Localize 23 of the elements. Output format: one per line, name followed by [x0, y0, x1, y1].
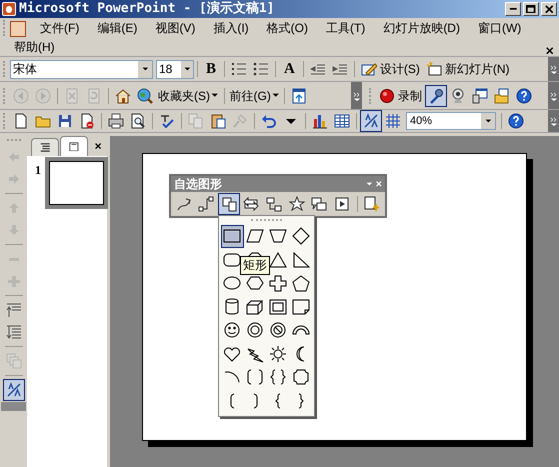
- menu-item[interactable]: 文件(F): [36, 20, 84, 37]
- toolbar-title: 自选图形: [174, 176, 222, 193]
- toolbar-button[interactable]: 设计(S): [358, 59, 423, 79]
- menu-button[interactable]: 收藏夹(S): [156, 86, 220, 106]
- menu-item[interactable]: 格式(O): [262, 20, 312, 37]
- toolbar-button[interactable]: 新幻灯片(N): [422, 59, 513, 79]
- toolbar-button[interactable]: 录制: [376, 86, 425, 106]
- font-dropdown[interactable]: 宋体: [10, 60, 153, 78]
- toolbar-button[interactable]: B: [201, 59, 222, 79]
- menu-button[interactable]: 前往(G): [228, 86, 282, 106]
- menu-item[interactable]: 窗口(W): [474, 20, 526, 37]
- tooltip: 矩形: [240, 256, 270, 275]
- zoom-dropdown[interactable]: 40%: [406, 112, 496, 130]
- menu-item[interactable]: 幻灯片放映(D): [379, 20, 464, 37]
- menu-item[interactable]: 帮助(H): [10, 39, 59, 56]
- menu-item[interactable]: 视图(V): [151, 20, 200, 37]
- menu-item[interactable]: 插入(I): [209, 20, 253, 37]
- slide-number: 1: [35, 162, 41, 179]
- window-title: Microsoft PowerPoint - [演示文稿1]: [19, 0, 274, 18]
- menu-item[interactable]: 工具(T): [322, 20, 370, 37]
- toolbar-button[interactable]: A: [279, 59, 300, 79]
- font-size-dropdown[interactable]: 18: [156, 60, 194, 78]
- menu-item[interactable]: 编辑(E): [93, 20, 142, 37]
